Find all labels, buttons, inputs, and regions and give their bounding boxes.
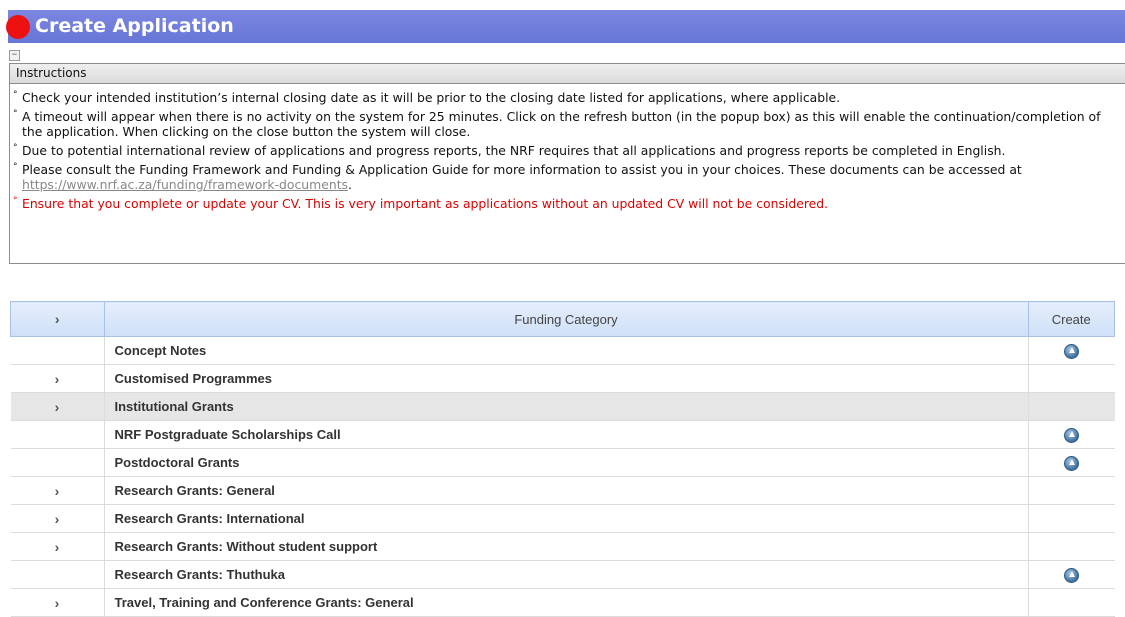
create-application-icon[interactable] [1064,567,1079,583]
page-title: Create Application [35,15,234,37]
table-row[interactable]: › Institutional Grants [10,392,1115,421]
funding-category-name: Research Grants: International [104,504,1029,533]
instruction-text: Check your intended institution’s intern… [22,90,841,105]
expand-cell [10,448,105,477]
instructions-list: ° Check your intended institution’s inte… [10,84,1125,211]
funding-category-table: › Funding Category Create Concept Notes ›… [10,301,1115,617]
expand-cell [10,420,105,449]
table-body: Concept Notes › Customised Programmes › Inst… [10,336,1115,617]
expand-cell[interactable]: › [10,476,105,505]
instruction-text: Due to potential international review of… [22,143,1006,158]
instruction-text: A timeout will appear when there is no a… [22,109,1101,139]
create-application-icon[interactable] [1064,427,1079,443]
funding-category-name: Concept Notes [104,336,1029,365]
funding-category-name: Customised Programmes [104,364,1029,393]
instruction-item: ° Check your intended institution’s inte… [10,90,1122,105]
funding-category-header[interactable]: Funding Category [103,301,1029,337]
table-row[interactable]: Concept Notes [10,336,1115,365]
bullet-icon: ° [13,196,18,206]
table-row[interactable]: › Research Grants: Without student suppor… [10,532,1115,561]
funding-category-name: Travel, Training and Conference Grants: … [104,588,1029,617]
table-row[interactable]: Research Grants: Thuthuka [10,560,1115,589]
expand-cell[interactable]: › [10,364,105,393]
chevron-right-icon[interactable]: › [55,511,60,527]
table-row[interactable]: › Research Grants: International [10,504,1115,533]
framework-documents-link[interactable]: https://www.nrf.ac.za/funding/framework-… [22,177,348,192]
expand-cell[interactable]: › [10,588,105,617]
expand-all-header[interactable]: › [10,301,105,337]
bullet-icon: ° [13,162,18,172]
create-application-icon[interactable] [1064,455,1079,471]
header-dot-icon [6,15,30,39]
create-cell [1028,588,1115,617]
expand-cell [10,336,105,365]
create-application-icon[interactable] [1064,343,1079,359]
bullet-icon: ° [13,109,18,119]
expand-cell[interactable]: › [10,392,105,421]
table-row[interactable]: Postdoctoral Grants [10,448,1115,477]
chevron-right-icon[interactable]: › [55,371,60,387]
instruction-tail: . [348,177,352,192]
funding-category-name: Institutional Grants [104,392,1029,421]
expand-cell [10,560,105,589]
create-cell [1028,532,1115,561]
cv-warning-item: ° Ensure that you complete or update you… [10,196,1122,211]
create-cell [1028,392,1115,421]
table-row[interactable]: › Research Grants: General [10,476,1115,505]
create-cell[interactable] [1028,336,1115,365]
table-row[interactable]: NRF Postgraduate Scholarships Call [10,420,1115,449]
bullet-icon: ° [13,143,18,153]
chevron-right-icon[interactable]: › [55,311,60,327]
create-cell[interactable] [1028,448,1115,477]
expand-cell[interactable]: › [10,504,105,533]
cv-warning-text: Ensure that you complete or update your … [22,196,829,211]
expand-cell[interactable]: › [10,532,105,561]
chevron-right-icon[interactable]: › [55,595,60,611]
table-row[interactable]: › Travel, Training and Conference Grants:… [10,588,1115,617]
funding-category-name: Research Grants: Without student support [104,532,1029,561]
instruction-item: ° A timeout will appear when there is no… [10,109,1122,139]
instructions-panel: Instructions ° Check your intended insti… [9,63,1125,264]
instruction-item: ° Due to potential international review … [10,143,1122,158]
funding-category-name: Research Grants: General [104,476,1029,505]
funding-category-name: Postdoctoral Grants [104,448,1029,477]
create-cell [1028,364,1115,393]
instruction-item: ° Please consult the Funding Framework a… [10,162,1122,192]
chevron-right-icon[interactable]: › [55,539,60,555]
create-header: Create [1027,301,1115,337]
bullet-icon: ° [13,90,18,100]
chevron-right-icon[interactable]: › [55,399,60,415]
chevron-right-icon[interactable]: › [55,483,60,499]
instruction-text: Please consult the Funding Framework and… [22,162,1022,177]
collapse-icon[interactable]: − [9,50,20,61]
create-cell[interactable] [1028,420,1115,449]
page-header: Create Application [6,10,1125,43]
create-cell [1028,476,1115,505]
table-row[interactable]: › Customised Programmes [10,364,1115,393]
funding-category-name: Research Grants: Thuthuka [104,560,1029,589]
funding-category-name: NRF Postgraduate Scholarships Call [104,420,1029,449]
create-cell[interactable] [1028,560,1115,589]
instructions-header: Instructions [10,64,1125,84]
table-header-row: › Funding Category Create [10,301,1115,337]
create-cell [1028,504,1115,533]
